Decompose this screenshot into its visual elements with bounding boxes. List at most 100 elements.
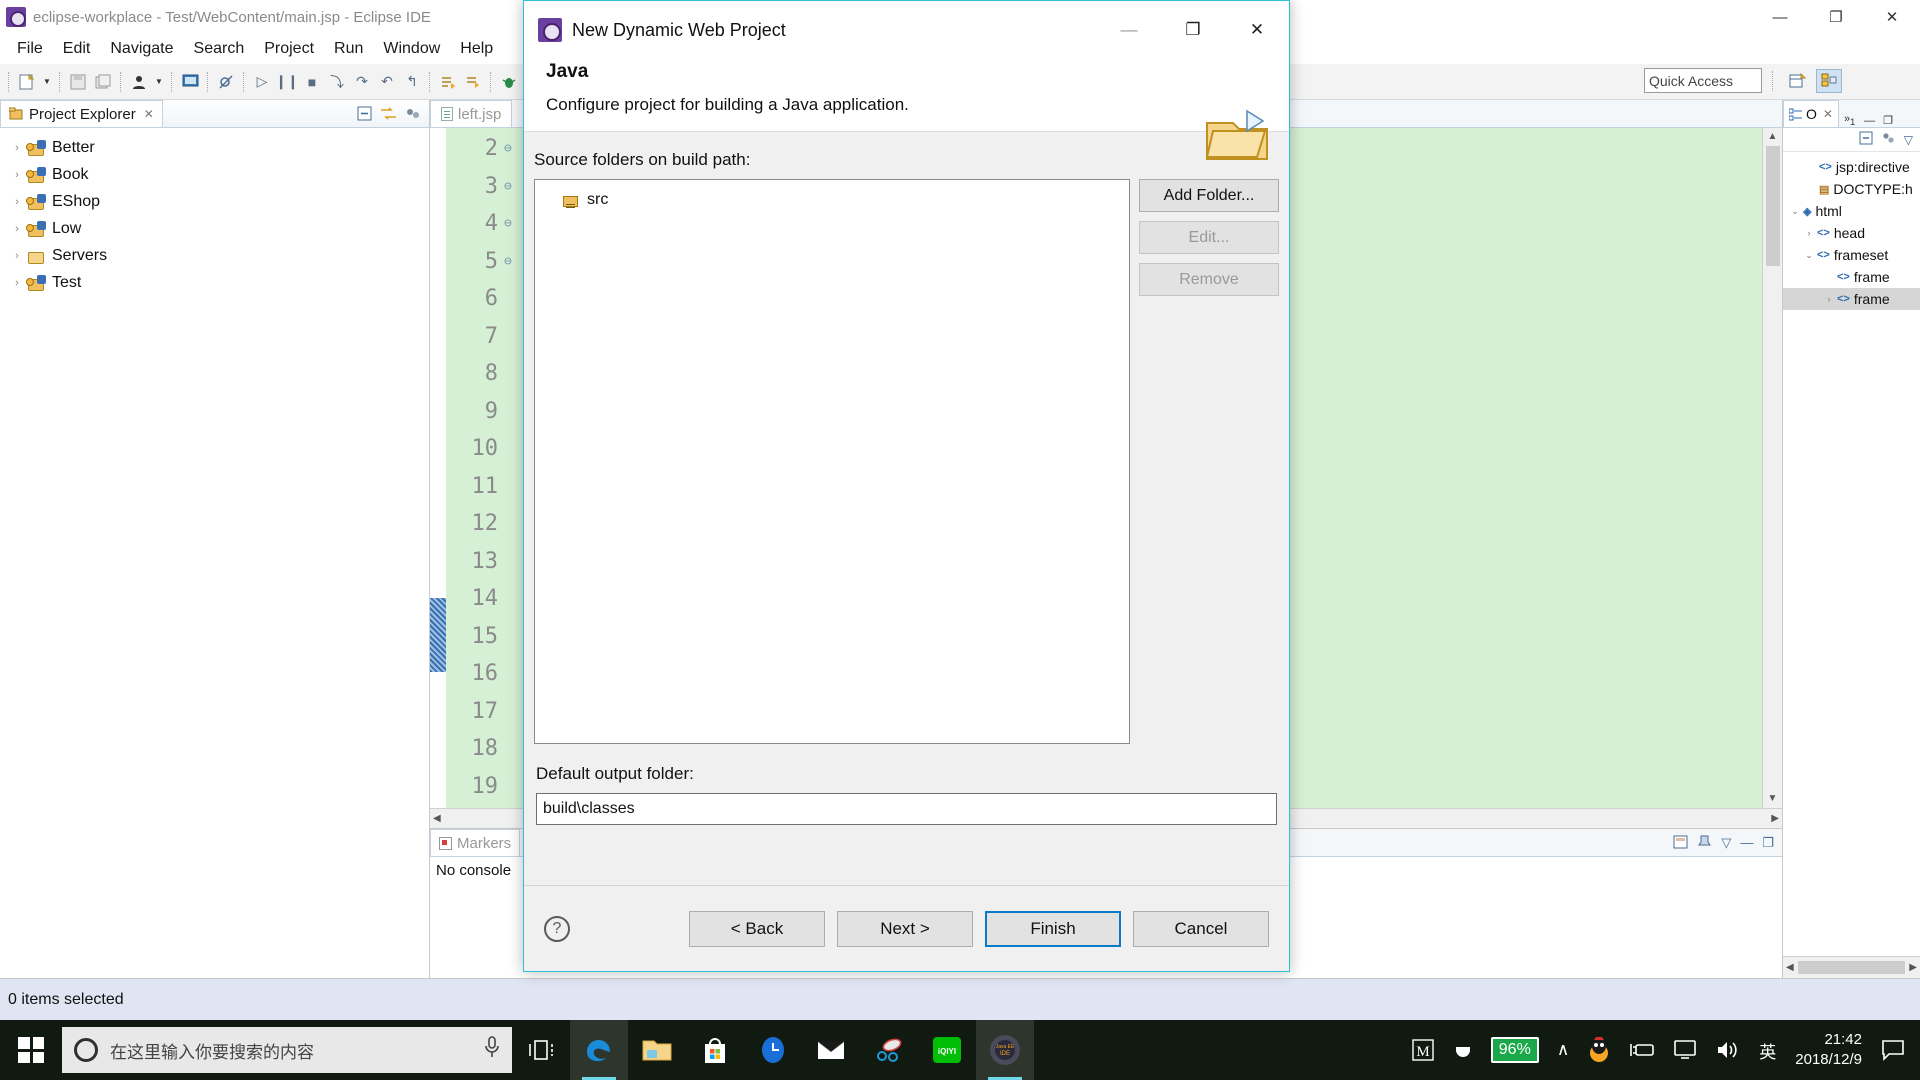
mail-icon[interactable] [802, 1020, 860, 1080]
tree-item-eshop[interactable]: › EShop [0, 188, 429, 215]
scroll-right-icon[interactable]: ▶ [1771, 813, 1779, 824]
tree-item-low[interactable]: › Low [0, 215, 429, 242]
menu-file[interactable]: File [8, 37, 52, 61]
close-icon[interactable]: ✕ [144, 107, 154, 121]
start-button[interactable] [0, 1020, 62, 1080]
maximize-view-icon[interactable]: ❐ [1762, 835, 1774, 852]
outline-item-frameset[interactable]: ⌄ <> frameset [1783, 244, 1920, 266]
tab-project-explorer[interactable]: Project Explorer ✕ [0, 100, 163, 127]
scroll-left-icon[interactable]: ◀ [1786, 962, 1794, 973]
source-folders-list[interactable]: src [534, 179, 1130, 744]
external-tools-icon[interactable] [436, 69, 460, 95]
minimize-button[interactable]: — [1752, 0, 1808, 34]
clear-console-icon[interactable] [1673, 835, 1688, 852]
step-over-icon[interactable]: ↷ [350, 69, 374, 95]
ime-indicator[interactable]: 英 [1750, 1020, 1785, 1080]
close-icon[interactable]: ✕ [1823, 107, 1833, 121]
skip-breakpoints-icon[interactable] [214, 69, 238, 95]
task-view-icon[interactable] [512, 1020, 570, 1080]
dialog-maximize-button[interactable]: ❐ [1161, 1, 1225, 59]
add-folder-button[interactable]: Add Folder... [1139, 179, 1279, 212]
outline-item-jsp-directive[interactable]: <> jsp:directive [1783, 156, 1920, 178]
tree-twisty[interactable]: ⌄ [1801, 250, 1817, 261]
terminate-icon[interactable]: ■ [300, 69, 324, 95]
tab-outline[interactable]: O ✕ [1783, 100, 1839, 127]
outline-item-frame-2[interactable]: › <> frame [1783, 288, 1920, 310]
tree-item-better[interactable]: › Better [0, 134, 429, 161]
link-with-editor-icon[interactable] [380, 106, 397, 124]
microphone-icon[interactable] [484, 1036, 500, 1064]
tree-item-test[interactable]: › Test [0, 269, 429, 296]
java-ee-perspective-icon[interactable] [1816, 68, 1842, 93]
chevron-right-icon[interactable]: › [8, 277, 26, 289]
taskbar-search-box[interactable]: 在这里输入你要搜索的内容 [62, 1027, 512, 1073]
chevron-right-icon[interactable]: › [8, 196, 26, 208]
file-explorer-icon[interactable] [628, 1020, 686, 1080]
network-icon[interactable] [1620, 1020, 1664, 1080]
clock-app-icon[interactable] [744, 1020, 802, 1080]
source-folder-item-src[interactable]: src [541, 188, 1123, 212]
suspend-icon[interactable]: ❙❙ [275, 69, 299, 95]
show-hidden-icons-chevron-icon[interactable]: ∧ [1548, 1020, 1578, 1080]
view-menu-icon[interactable]: ▽ [1904, 133, 1913, 147]
notification-icon[interactable] [1872, 1020, 1914, 1080]
dialog-minimize-button[interactable]: — [1097, 1, 1161, 59]
step-return-icon[interactable]: ↶ [375, 69, 399, 95]
help-icon[interactable]: ? [544, 915, 570, 942]
outline-item-doctype[interactable]: ▤ DOCTYPE:h [1783, 178, 1920, 200]
scrollbar-thumb[interactable] [1797, 961, 1906, 974]
outline-item-html[interactable]: ⌄ ◈ html [1783, 200, 1920, 222]
close-button[interactable]: ✕ [1864, 0, 1920, 34]
save-all-icon[interactable] [91, 69, 115, 95]
tree-twisty[interactable]: › [1821, 294, 1837, 304]
menu-run[interactable]: Run [325, 37, 372, 61]
menu-search[interactable]: Search [185, 37, 254, 61]
volume-icon[interactable] [1706, 1020, 1750, 1080]
microsoft-store-icon[interactable] [686, 1020, 744, 1080]
fold-marker[interactable]: ⊖ [504, 243, 524, 281]
user-dropdown-icon[interactable]: ▼ [152, 77, 166, 86]
chevron-right-icon[interactable]: › [8, 169, 26, 181]
view-menu-icon[interactable]: ▽ [1721, 835, 1731, 852]
fold-marker[interactable]: ⊖ [504, 168, 524, 206]
power-plug-icon[interactable] [1444, 1020, 1482, 1080]
tree-twisty[interactable]: › [1801, 228, 1817, 238]
terminal-icon[interactable] [178, 69, 202, 95]
save-icon[interactable] [66, 69, 90, 95]
m-letter-icon[interactable]: M [1402, 1020, 1444, 1080]
scrollbar-thumb[interactable] [1765, 146, 1780, 266]
pin-console-icon[interactable] [1697, 835, 1712, 852]
chevron-right-icon[interactable]: › [8, 142, 26, 154]
step-into-icon[interactable]: ⤵ [325, 69, 349, 95]
drop-to-frame-icon[interactable]: ↰ [400, 69, 424, 95]
menu-navigate[interactable]: Navigate [101, 37, 182, 61]
run-icon[interactable]: ▷ [250, 69, 274, 95]
scroll-left-icon[interactable]: ◀ [433, 813, 441, 824]
minimize-view-icon[interactable]: — [1740, 835, 1753, 852]
outline-horizontal-scrollbar[interactable]: ◀ ▶ [1783, 956, 1920, 978]
tab-overflow-indicator[interactable]: »1 [1839, 113, 1860, 127]
tree-twisty[interactable]: ⌄ [1787, 206, 1803, 217]
scroll-up-icon[interactable]: ▲ [1768, 128, 1778, 146]
quick-access-input[interactable]: Quick Access [1644, 68, 1762, 93]
battery-indicator[interactable]: 96% [1482, 1020, 1548, 1080]
edge-icon[interactable] [570, 1020, 628, 1080]
menu-window[interactable]: Window [374, 37, 449, 61]
menu-edit[interactable]: Edit [54, 37, 100, 61]
collapse-all-icon[interactable] [1859, 131, 1873, 148]
finish-button[interactable]: Finish [985, 910, 1121, 947]
cortana-circle-icon[interactable] [74, 1038, 98, 1062]
taskbar-clock[interactable]: 21:42 2018/12/9 [1785, 1030, 1872, 1070]
display-icon[interactable] [1664, 1020, 1706, 1080]
fold-marker[interactable]: ⊖ [504, 205, 524, 243]
collapse-all-icon[interactable] [357, 106, 372, 124]
maximize-button[interactable]: ❐ [1808, 0, 1864, 34]
tab-left-jsp[interactable]: left.jsp [430, 100, 513, 127]
tree-item-servers[interactable]: › Servers [0, 242, 429, 269]
qq-penguin-icon[interactable] [1578, 1020, 1620, 1080]
minimize-view-icon[interactable]: — [1860, 115, 1879, 127]
tab-markers[interactable]: Markers [430, 829, 521, 856]
view-menu-icon[interactable] [405, 107, 421, 124]
outline-item-frame-1[interactable]: <> frame [1783, 266, 1920, 288]
menu-help[interactable]: Help [451, 37, 502, 61]
